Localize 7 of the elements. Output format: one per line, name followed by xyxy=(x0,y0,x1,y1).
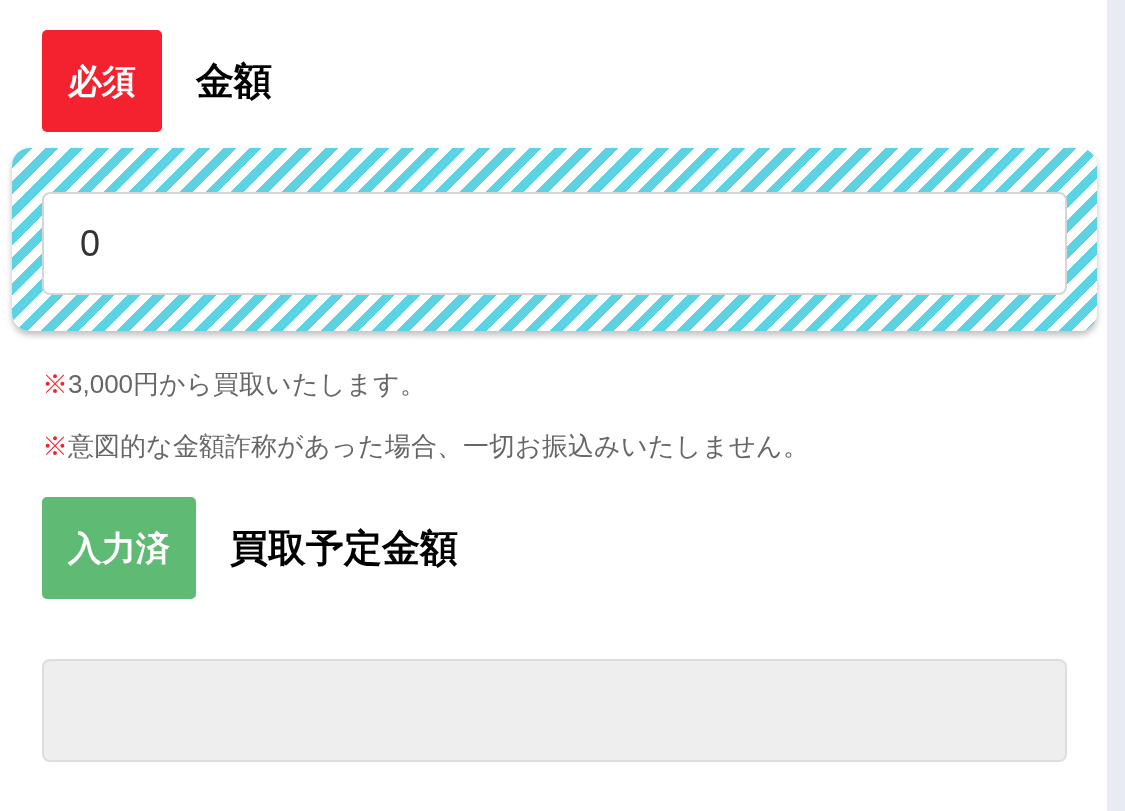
note-text: ※意図的な金額詐称があった場合、一切お振込みいたしません。 xyxy=(42,430,810,463)
status-badge: 入力済 xyxy=(42,497,196,599)
amount-field[interactable]: 0 xyxy=(42,192,1067,295)
note-text: ※3,000円から買取いたします。 xyxy=(42,368,428,401)
field-label: 買取予定金額 xyxy=(230,525,458,571)
status-badge: 必須 xyxy=(42,30,162,132)
field-label: 金額 xyxy=(196,58,272,104)
